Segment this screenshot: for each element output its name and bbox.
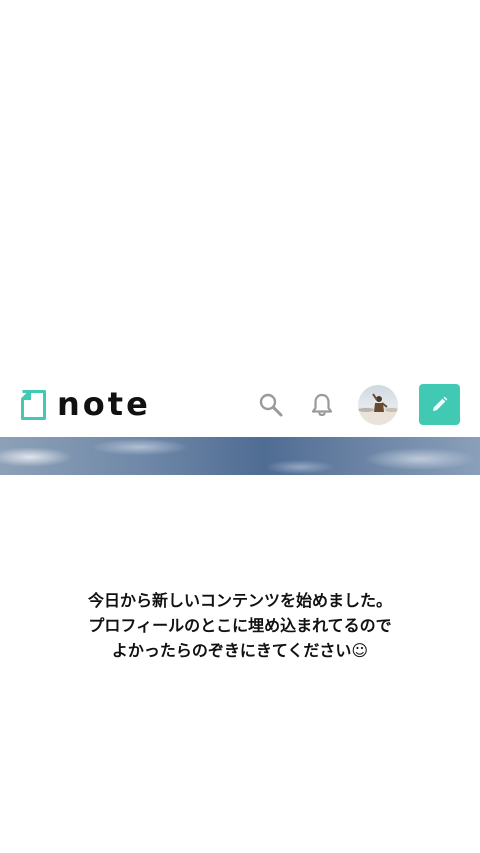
user-avatar[interactable] [358, 385, 398, 425]
bell-icon[interactable] [309, 392, 335, 418]
message-line: よかったらのぞきにきてください☺ [111, 641, 369, 660]
note-logo-text[interactable]: note [57, 384, 151, 424]
intro-message: 今日から新しいコンテンツを始めました。 プロフィールのとこに埋め込まれてるので … [0, 588, 480, 663]
message-line: 今日から新しいコンテンツを始めました。 [87, 591, 392, 610]
post-button[interactable] [419, 384, 460, 425]
note-header: note [0, 380, 480, 430]
message-line: プロフィールのとこに埋め込まれてるので [88, 616, 392, 635]
note-logo-icon [21, 390, 46, 420]
avatar-photo [358, 393, 398, 425]
search-icon[interactable] [258, 392, 284, 418]
header-banner-sky-image [0, 437, 480, 475]
pencil-icon [433, 396, 448, 411]
